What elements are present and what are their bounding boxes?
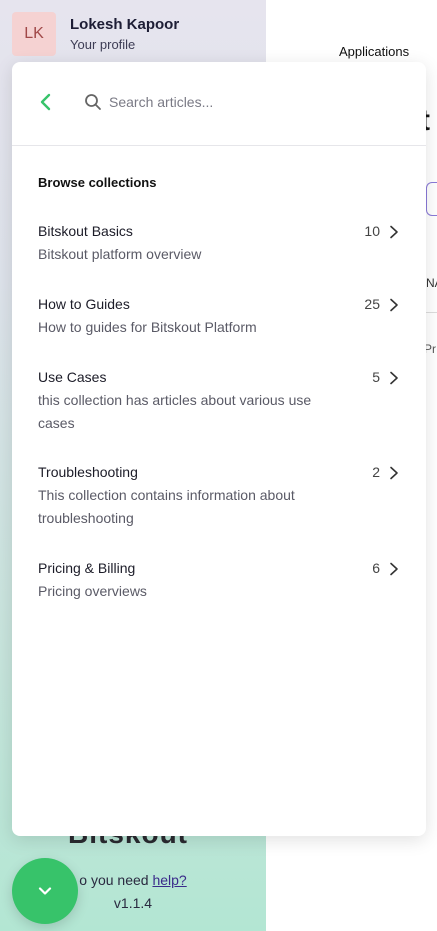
collection-description: this collection has articles about vario… [38, 392, 312, 431]
help-link[interactable]: help? [152, 872, 186, 888]
collection-title: Bitskout Basics [38, 223, 133, 239]
collection-count: 2 [372, 464, 380, 480]
collection-description: Bitskout platform overview [38, 246, 202, 262]
collection-item[interactable]: Use Cases this collection has articles a… [38, 369, 400, 435]
collection-count: 25 [364, 296, 380, 312]
search-icon [85, 94, 101, 110]
collection-description: This collection contains information abo… [38, 487, 295, 526]
main-tab-button[interactable] [426, 182, 437, 216]
collection-title: How to Guides [38, 296, 130, 312]
help-panel-header [12, 62, 426, 146]
divider [426, 312, 437, 313]
collection-description: How to guides for Bitskout Platform [38, 319, 257, 335]
help-launcher-button[interactable] [12, 858, 78, 924]
collection-count: 10 [364, 223, 380, 239]
chevron-right-icon [390, 466, 398, 480]
collection-item[interactable]: Troubleshooting This collection contains… [38, 464, 400, 530]
collection-description: Pricing overviews [38, 583, 147, 599]
profile-menu[interactable]: LK Lokesh Kapoor Your profile [12, 12, 179, 56]
help-prompt-text: o you need [79, 872, 149, 888]
help-panel: Browse collections Bitskout Basics Bitsk… [12, 62, 426, 836]
collection-title: Use Cases [38, 369, 107, 385]
chevron-right-icon [390, 298, 398, 312]
nav-applications[interactable]: Applications [339, 44, 409, 59]
profile-subtitle: Your profile [70, 37, 136, 52]
avatar: LK [12, 12, 56, 56]
collection-item[interactable]: How to Guides How to guides for Bitskout… [38, 296, 400, 339]
chevron-down-icon [38, 887, 52, 895]
search-input[interactable] [109, 90, 399, 114]
collection-title: Pricing & Billing [38, 560, 136, 576]
chevron-right-icon [390, 562, 398, 576]
collection-count: 6 [372, 560, 380, 576]
collection-item[interactable]: Bitskout Basics Bitskout platform overvi… [38, 223, 400, 266]
collection-count: 5 [372, 369, 380, 385]
profile-name: Lokesh Kapoor [70, 16, 180, 33]
back-arrow-icon[interactable] [34, 90, 58, 114]
collection-title: Troubleshooting [38, 464, 138, 480]
chevron-right-icon [390, 225, 398, 239]
table-header-fragment: NA [426, 276, 437, 290]
collection-item[interactable]: Pricing & Billing Pricing overviews 6 [38, 560, 400, 603]
browse-collections-heading: Browse collections [38, 175, 157, 190]
chevron-right-icon [390, 371, 398, 385]
